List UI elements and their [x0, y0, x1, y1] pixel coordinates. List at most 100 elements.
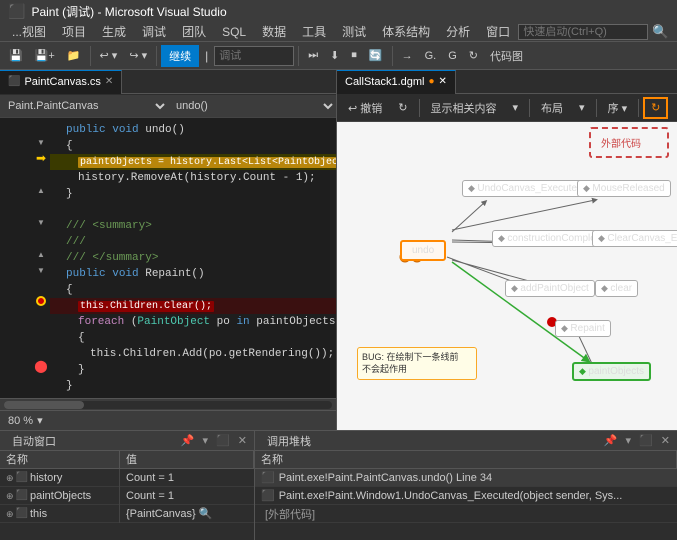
fold-icon-5[interactable]: ▼ [37, 266, 45, 275]
autos-close-button[interactable]: ✕ [235, 434, 250, 447]
callstack-table-header: 名称 [255, 451, 677, 469]
method-dropdown[interactable]: undo() [168, 95, 336, 117]
menu-debug[interactable]: 调试 [134, 22, 174, 42]
search-button[interactable]: 🔍 [648, 23, 673, 41]
callstack-row3-label: [外部代码] [265, 506, 315, 522]
callstack-row-3[interactable]: [外部代码] [255, 505, 677, 523]
autos-row-history[interactable]: ⊕ ⬛ history Count = 1 [0, 469, 254, 487]
code-line-7: /// <summary> [50, 218, 336, 234]
callstack-row-2[interactable]: ⬛ Paint.exe!Paint.Window1.UndoCanvas_Exe… [255, 487, 677, 505]
node-undocanvas[interactable]: ◆ UndoCanvas_Executed [462, 180, 589, 197]
fold-icon-3[interactable]: ▼ [37, 218, 45, 227]
diag-layout-button[interactable]: 布局 [534, 97, 570, 119]
open-button[interactable]: 📁 [62, 45, 86, 67]
class-dropdown[interactable]: Paint.PaintCanvas [0, 95, 168, 117]
node-undo[interactable]: undo [400, 240, 446, 261]
node-clearcanvas-dot: ◆ [598, 233, 607, 243]
diagram-pane: CallStack1.dgml ● ✕ ↩ 撤销 ↻ 显示相关内容 ▾ 布局 ▾… [337, 70, 677, 430]
callstack-close-button[interactable]: ✕ [658, 434, 673, 447]
autos-history-name: history [30, 469, 62, 487]
tab-callstack[interactable]: CallStack1.dgml ● ✕ [337, 70, 456, 94]
menu-architecture[interactable]: 体系结构 [374, 22, 438, 42]
arrow-icon: ➡ [36, 151, 46, 165]
node-clear-label: clear [610, 283, 632, 294]
zoom-dropdown-icon[interactable]: ▾ [37, 414, 43, 427]
node-repaint-label: Repaint [570, 323, 604, 334]
callstack-row-1[interactable]: ⬛ Paint.exe!Paint.PaintCanvas.undo() Lin… [255, 469, 677, 487]
tab-callstack-close[interactable]: ✕ [439, 70, 447, 94]
menu-build[interactable]: 生成 [94, 22, 134, 42]
debug-mode-input[interactable] [214, 46, 294, 66]
autos-float-button[interactable]: ⬛ [213, 434, 233, 447]
node-paintobjects-label: paintObjects [588, 366, 644, 377]
autos-this-expand[interactable]: ⊕ [6, 505, 14, 523]
diagram-canvas[interactable]: 外部代码 [337, 122, 677, 430]
step-into-button[interactable]: ⬇ [325, 45, 344, 67]
breakpoint-dot[interactable] [36, 295, 46, 309]
code-line-10: public void Repaint() [50, 266, 336, 282]
zoom-level[interactable]: 80 % [8, 415, 33, 427]
menu-data[interactable]: 数据 [254, 22, 294, 42]
node-addpaint[interactable]: ◆ addPaintObject [505, 280, 595, 297]
node-undo-label: undo [412, 245, 434, 256]
diag-dropdown1[interactable]: ▾ [506, 97, 526, 119]
menu-team[interactable]: 团队 [174, 22, 214, 42]
node-mousereleased[interactable]: ◆ MouseReleased [577, 180, 671, 197]
save-all-button[interactable]: 💾+ [30, 45, 60, 67]
autos-pin-button[interactable]: 📌 [178, 434, 198, 447]
step-over-button[interactable]: ⏭ [303, 45, 323, 67]
autos-history-expand[interactable]: ⊕ [6, 469, 14, 487]
callstack-pin-button[interactable]: 📌 [601, 434, 621, 447]
node-clear[interactable]: ◆ clear [595, 280, 638, 297]
diag-redo-button[interactable]: ↻ [391, 97, 414, 119]
undo-button[interactable]: ↩ ▾ [95, 45, 123, 67]
stop-button[interactable]: ⏹ [346, 45, 362, 67]
error-icon: ⬤ [34, 359, 47, 373]
node-paintobjects[interactable]: ◆ paintObjects [572, 362, 651, 381]
diag-refresh-button[interactable]: ↻ [643, 97, 668, 119]
menu-window[interactable]: 窗口 [478, 22, 518, 42]
tab-paintcanvas-close[interactable]: ✕ [105, 70, 113, 94]
diag-sep-dropdown[interactable]: 序 ▾ [601, 97, 635, 119]
fold-icon-4[interactable]: ▲ [37, 250, 45, 259]
save-button[interactable]: 💾 [4, 45, 28, 67]
code-line-5: } [50, 186, 336, 202]
menu-sql[interactable]: SQL [214, 22, 254, 42]
restart-button[interactable]: 🔄 [364, 45, 388, 67]
diag-undo-button[interactable]: ↩ 撤销 [341, 97, 389, 119]
autos-paintobjects-value: Count = 1 [120, 487, 254, 505]
redo-button[interactable]: ↪ ▾ [124, 45, 152, 67]
quick-launch-input[interactable] [518, 24, 648, 40]
node-clearcanvas[interactable]: ◆ ClearCanvas_Executed [592, 230, 677, 247]
nav-forward-button[interactable]: G. [420, 45, 442, 67]
refresh-button[interactable]: ↻ [464, 45, 483, 67]
tab-paintcanvas[interactable]: ⬛ PaintCanvas.cs ✕ [0, 70, 122, 94]
callstack-table: 名称 ⬛ Paint.exe!Paint.PaintCanvas.undo() … [255, 451, 677, 540]
tab-paintcanvas-icon: ⬛ [8, 70, 20, 94]
nav-g2-button[interactable]: G [443, 45, 462, 67]
menu-test[interactable]: 测试 [334, 22, 374, 42]
autos-row-this[interactable]: ⊕ ⬛ this {PaintCanvas} 🔍 [0, 505, 254, 523]
callstack-dropdown-button[interactable]: ▾ [623, 434, 635, 447]
autos-dropdown-button[interactable]: ▾ [200, 434, 212, 447]
h-scroll-thumb[interactable] [4, 401, 84, 409]
autos-row-paintobjects[interactable]: ⊕ ⬛ paintObjects Count = 1 [0, 487, 254, 505]
code-map-button[interactable]: 代码图 [485, 45, 528, 67]
node-repaint[interactable]: ◆ Repaint [555, 320, 611, 337]
nav-back-button[interactable]: → [397, 45, 418, 67]
callstack-float-button[interactable]: ⬛ [636, 434, 656, 447]
editor-scrollbar[interactable] [0, 398, 336, 410]
node-undocanvas-dot: ◆ [468, 183, 477, 193]
fold-icon-1[interactable]: ▼ [37, 138, 45, 147]
menu-tools[interactable]: 工具 [294, 22, 334, 42]
bottom-panel: 自动窗口 📌 ▾ ⬛ ✕ 名称 值 ⊕ ⬛ history Count = 1 [0, 430, 677, 540]
autos-paintobjects-expand[interactable]: ⊕ [6, 487, 14, 505]
continue-button[interactable]: 继续 [161, 45, 199, 67]
menu-view[interactable]: ...视图 [4, 22, 54, 42]
fold-icon-2[interactable]: ▲ [37, 186, 45, 195]
menu-analyze[interactable]: 分析 [438, 22, 478, 42]
autos-paintobjects-obj-icon: ⬛ [16, 487, 28, 505]
diag-show-related-button[interactable]: 显示相关内容 [424, 97, 504, 119]
menu-project[interactable]: 项目 [54, 22, 94, 42]
diag-dropdown2[interactable]: ▾ [572, 97, 592, 119]
